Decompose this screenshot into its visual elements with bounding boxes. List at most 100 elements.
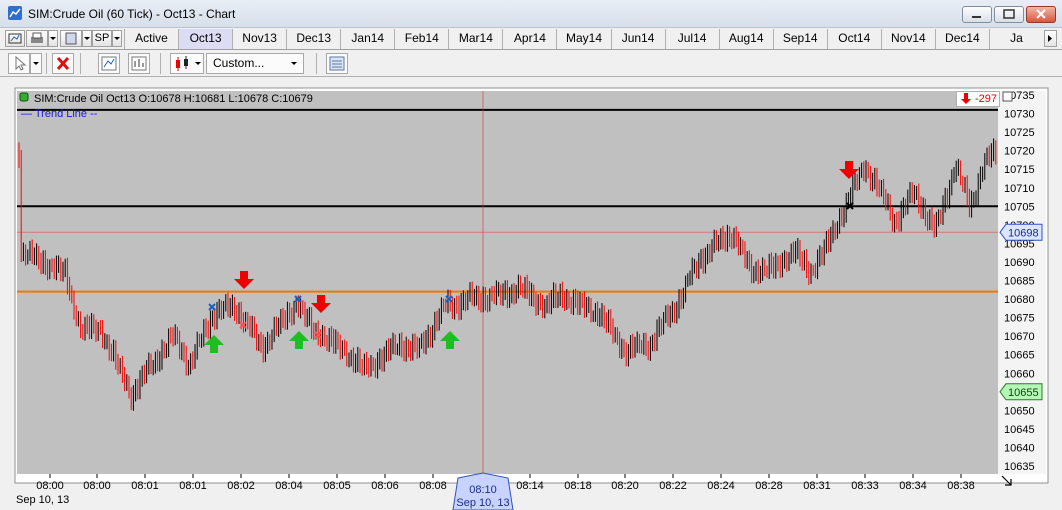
tab-active[interactable]: Active (124, 29, 179, 49)
data-box-button[interactable] (326, 53, 348, 74)
price-tick-label: 10720 (1004, 146, 1035, 158)
time-tick-label: 08:04 (275, 480, 303, 492)
crosshair-date-value: Sep 10, 13 (456, 497, 509, 509)
print-button[interactable] (26, 30, 48, 47)
time-tick-label: 08:18 (564, 480, 592, 492)
price-tick-label: 10715 (1004, 164, 1035, 176)
price-tick-label: 10650 (1004, 405, 1035, 417)
data-box-icon (329, 56, 345, 71)
price-tick-label: 10635 (1004, 461, 1035, 473)
indicator-status-light (19, 92, 29, 102)
date-label: Sep 10, 13 (16, 494, 69, 506)
close-button[interactable] (1026, 6, 1056, 23)
template-icon (65, 32, 77, 45)
price-tick-label: 10660 (1004, 368, 1035, 380)
remove-drawings-button[interactable] (52, 53, 74, 74)
strategies-button[interactable] (128, 53, 150, 74)
maximize-button[interactable] (994, 6, 1024, 23)
price-tick-label: 10665 (1004, 350, 1035, 362)
time-tick-label: 08:24 (707, 480, 735, 492)
time-tick-label: 08:00 (83, 480, 111, 492)
title-bar: SIM:Crude Oil (60 Tick) - Oct13 - Chart (0, 0, 1062, 28)
bar-type-button[interactable] (170, 53, 204, 74)
bar-period-value: Custom... (213, 56, 265, 70)
price-tick-label: 10710 (1004, 183, 1035, 195)
green-price-value: 10655 (1008, 387, 1039, 399)
tab-mar14[interactable]: Mar14 (448, 29, 503, 49)
bar-period-dropdown[interactable]: Custom... (206, 53, 304, 74)
time-tick-label: 08:38 (947, 480, 975, 492)
time-tick-label: 08:01 (179, 480, 207, 492)
time-tick-label: 08:22 (659, 480, 687, 492)
pointer-menu-button[interactable] (30, 53, 42, 74)
separator (160, 53, 161, 74)
cursor-icon (15, 55, 27, 71)
time-tick-label: 08:20 (611, 480, 639, 492)
time-tick-label: 08:33 (851, 480, 879, 492)
instrument-menu-button[interactable] (112, 30, 122, 47)
template-button[interactable] (60, 30, 82, 47)
tab-apr14[interactable]: Apr14 (502, 29, 557, 49)
chart-toolbar: Custom... (0, 50, 1062, 77)
tab-scroll-right-button[interactable] (1044, 30, 1057, 47)
tab-oct13[interactable]: Oct13 (178, 29, 233, 49)
time-tick-label: 08:01 (131, 480, 159, 492)
chevron-down-icon (50, 37, 56, 40)
chevron-down-icon (84, 37, 90, 40)
candlestick-icon (176, 56, 201, 71)
price-tick-label: 10690 (1004, 257, 1035, 269)
pnl-value: -297 (975, 93, 998, 105)
tab-sep14[interactable]: Sep14 (772, 29, 827, 49)
tab-jan14[interactable]: Jan14 (340, 29, 395, 49)
window-title: SIM:Crude Oil (60 Tick) - Oct13 - Chart (28, 7, 236, 21)
tab-feb14[interactable]: Feb14 (394, 29, 449, 49)
instrument-tab-row: SP Active Oct13 Nov13 Dec13 Jan14 Feb14 Mar14 A… (0, 28, 1062, 50)
price-tick-label: 10685 (1004, 276, 1035, 288)
tab-nov14[interactable]: Nov14 (880, 29, 935, 49)
price-chart[interactable]: 1073510730107251072010715107101070510700… (0, 77, 1062, 510)
time-tick-label: 08:28 (755, 480, 783, 492)
pointer-tool-button[interactable] (8, 53, 30, 74)
price-tick-label: 10705 (1004, 201, 1035, 213)
tab-jun14[interactable]: Jun14 (610, 29, 665, 49)
price-tick-label: 10680 (1004, 294, 1035, 306)
app-icon (8, 6, 22, 20)
price-tick-label: 10730 (1004, 109, 1035, 121)
print-menu-button[interactable] (48, 30, 58, 47)
chart-properties-icon (8, 33, 22, 44)
tab-oct14[interactable]: Oct14 (826, 29, 881, 49)
ohlc-readout: SIM:Crude Oil Oct13 O:10678 H:10681 L:10… (34, 93, 313, 105)
tab-ja[interactable]: Ja (988, 29, 1043, 49)
tab-nov13[interactable]: Nov13 (232, 29, 287, 49)
price-tick-label: 10640 (1004, 442, 1035, 454)
minimize-button[interactable] (962, 6, 992, 23)
price-tick-label: 10645 (1004, 424, 1035, 436)
tab-dec14[interactable]: Dec14 (934, 29, 989, 49)
tab-aug14[interactable]: Aug14 (718, 29, 773, 49)
separator (46, 53, 47, 74)
chart-area: 1073510730107251072010715107101070510700… (0, 77, 1062, 510)
tab-jul14[interactable]: Jul14 (664, 29, 719, 49)
close-icon (1036, 9, 1046, 19)
trend-line-text: Trend Line (34, 108, 88, 120)
arrow-down-icon (961, 93, 971, 104)
separator (80, 53, 81, 74)
delete-icon (56, 56, 70, 71)
chart-properties-button[interactable] (5, 30, 25, 47)
instrument-button[interactable]: SP (92, 30, 112, 47)
current-price-value: 10698 (1008, 227, 1039, 239)
indicators-button[interactable] (98, 53, 120, 74)
tab-dec13[interactable]: Dec13 (286, 29, 341, 49)
tab-may14[interactable]: May14 (556, 29, 611, 49)
chevron-down-icon (114, 37, 120, 40)
chevron-down-icon (33, 62, 39, 65)
price-tick-label: 10670 (1004, 331, 1035, 343)
axis-lock-button[interactable] (1002, 91, 1013, 102)
chevron-down-icon (291, 62, 297, 65)
time-tick-label: 08:06 (371, 480, 399, 492)
chevron-right-icon (1048, 35, 1052, 42)
template-menu-button[interactable] (82, 30, 92, 47)
printer-icon (31, 32, 43, 43)
time-tick-label: 08:00 (36, 480, 64, 492)
trend-line-label: — Trend Line -- (21, 108, 98, 120)
